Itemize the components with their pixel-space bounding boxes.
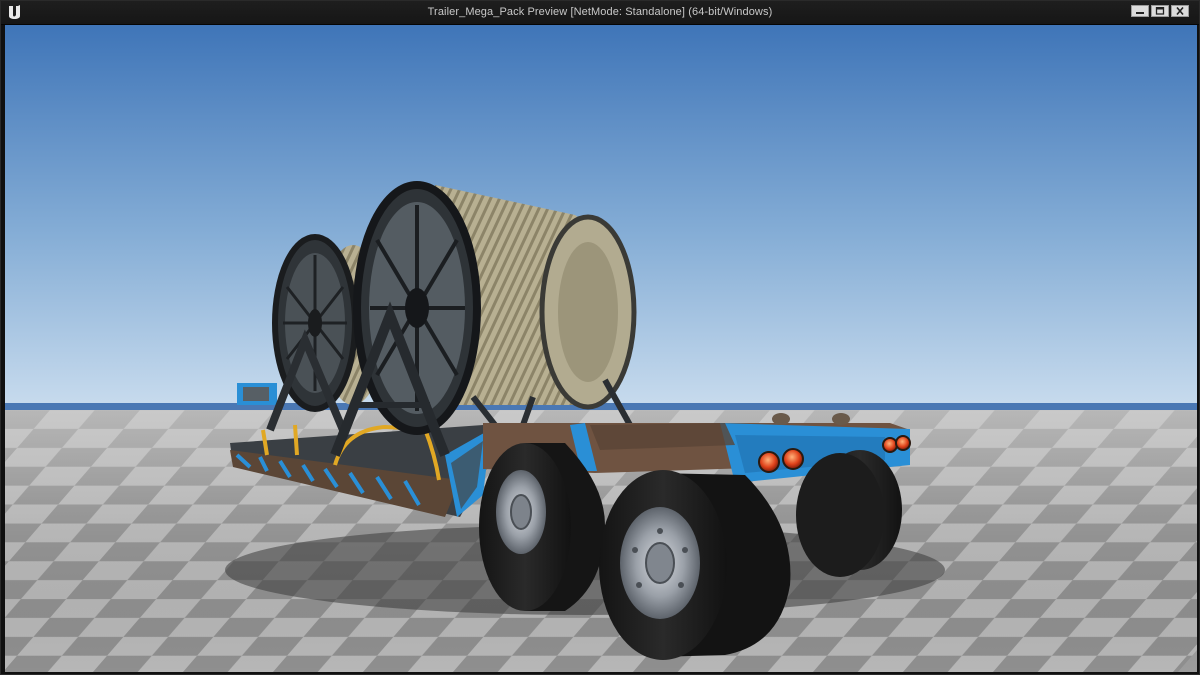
close-icon bbox=[1176, 7, 1184, 15]
minimize-icon bbox=[1136, 12, 1144, 14]
window-controls bbox=[1131, 5, 1189, 19]
minimize-button[interactable] bbox=[1131, 5, 1149, 17]
close-button[interactable] bbox=[1171, 5, 1189, 17]
game-window: Trailer_Mega_Pack Preview [NetMode: Stan… bbox=[0, 0, 1200, 675]
game-viewport[interactable] bbox=[5, 25, 1197, 672]
maximize-button[interactable] bbox=[1151, 5, 1169, 17]
title-bar[interactable]: Trailer_Mega_Pack Preview [NetMode: Stan… bbox=[1, 1, 1199, 25]
unreal-engine-logo-icon bbox=[9, 5, 20, 19]
scene-render bbox=[5, 25, 1197, 672]
maximize-icon bbox=[1155, 7, 1165, 15]
window-title: Trailer_Mega_Pack Preview [NetMode: Stan… bbox=[427, 6, 773, 18]
